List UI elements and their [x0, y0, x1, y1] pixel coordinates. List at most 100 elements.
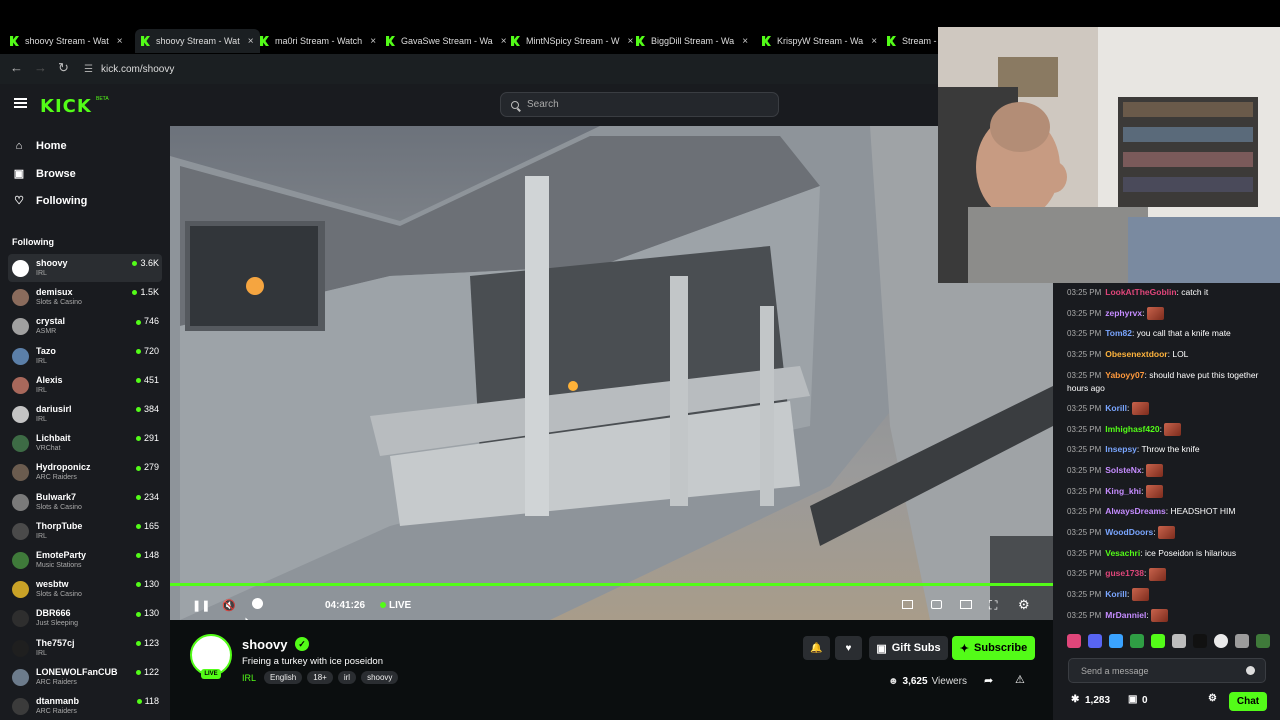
- emote-pepe-icon[interactable]: [1256, 634, 1270, 648]
- close-tab-icon[interactable]: ×: [370, 36, 376, 47]
- followed-channel[interactable]: ThorpTube IRL 165: [8, 517, 162, 545]
- stream-tag[interactable]: irl: [337, 671, 357, 684]
- chat-username[interactable]: zephyrvx: [1105, 308, 1142, 318]
- followed-channel[interactable]: demisux Slots & Casino 1.5K: [8, 283, 162, 311]
- followed-channel[interactable]: Bulwark7 Slots & Casino 234: [8, 488, 162, 516]
- live-indicator[interactable]: LIVE: [380, 600, 411, 611]
- notifications-bell-icon[interactable]: 🔔: [803, 636, 830, 660]
- kick-logo[interactable]: KICK: [40, 96, 92, 117]
- fullscreen-icon[interactable]: ⛶: [989, 598, 997, 613]
- report-warning-icon[interactable]: ⚠: [1015, 673, 1025, 686]
- emote-c-icon[interactable]: [1109, 634, 1123, 648]
- nav-following[interactable]: ♡ Following: [12, 194, 87, 208]
- chat-username[interactable]: Vesachri: [1105, 548, 1140, 558]
- chat-emote-icon[interactable]: [1146, 464, 1164, 478]
- nav-browse[interactable]: ▣ Browse: [12, 167, 76, 181]
- gift-subs-button[interactable]: ▣ Gift Subs: [869, 636, 948, 660]
- volume-slider-knob[interactable]: [252, 598, 263, 609]
- chat-username[interactable]: King_khi: [1105, 486, 1141, 496]
- stream-tag[interactable]: English: [264, 671, 303, 684]
- browser-tab[interactable]: KrispyW Stream - Wa ×: [762, 31, 877, 51]
- browser-tab[interactable]: MintNSpicy Stream - W ×: [511, 31, 633, 51]
- followed-channel[interactable]: The757cj IRL 123: [8, 634, 162, 662]
- chat-settings-icon[interactable]: ⚙: [1208, 693, 1217, 704]
- search-input[interactable]: Search: [500, 92, 779, 117]
- followed-channel[interactable]: dariusirl IRL 384: [8, 400, 162, 428]
- chat-username[interactable]: Korill: [1105, 589, 1127, 599]
- category-link[interactable]: IRL: [242, 673, 256, 683]
- followed-channel[interactable]: DBR666 Just Sleeping 130: [8, 604, 162, 632]
- chat-username[interactable]: Yaboyy07: [1105, 370, 1144, 380]
- emote-orb-icon[interactable]: [1214, 634, 1228, 648]
- forward-icon[interactable]: →: [34, 60, 47, 75]
- browser-tab[interactable]: Stream -: [887, 31, 937, 51]
- emote-pin-icon[interactable]: [1067, 634, 1081, 648]
- chat-username[interactable]: Tom82: [1105, 328, 1132, 338]
- channel-points[interactable]: 1,283: [1085, 695, 1110, 706]
- clip-icon[interactable]: [931, 600, 942, 609]
- chat-username[interactable]: AlwaysDreams: [1105, 506, 1165, 516]
- back-icon[interactable]: ←: [10, 60, 23, 75]
- followed-channel[interactable]: crystal ASMR 746: [8, 312, 162, 340]
- theater-mode-icon[interactable]: [960, 600, 972, 609]
- followed-channel[interactable]: EmoteParty Music Stations 148: [8, 546, 162, 574]
- chat-send-button[interactable]: Chat: [1229, 692, 1267, 711]
- followed-channel[interactable]: wesbtw Slots & Casino 130: [8, 575, 162, 603]
- browser-tab[interactable]: shoovy Stream - Wat ×: [10, 31, 123, 51]
- close-tab-icon[interactable]: ×: [742, 36, 748, 47]
- video-player[interactable]: [170, 126, 1053, 620]
- followed-channel[interactable]: Lichbait VRChat 291: [8, 429, 162, 457]
- emote-frog-icon[interactable]: [1130, 634, 1144, 648]
- playback-progress-bar[interactable]: [170, 583, 1053, 586]
- emote-square-icon[interactable]: [1193, 634, 1207, 648]
- chat-username[interactable]: guse1738: [1105, 568, 1144, 578]
- close-tab-icon[interactable]: ×: [501, 36, 507, 47]
- followed-channel[interactable]: Hydroponicz ARC Raiders 279: [8, 458, 162, 486]
- nav-home[interactable]: ⌂ Home: [12, 140, 67, 152]
- browser-tab[interactable]: BiggDill Stream - Wa ×: [636, 31, 748, 51]
- emote-hand-icon[interactable]: [1235, 634, 1249, 648]
- close-tab-icon[interactable]: ×: [117, 36, 123, 47]
- followed-channel[interactable]: Tazo IRL 720: [8, 342, 162, 370]
- emote-face-icon[interactable]: [1172, 634, 1186, 648]
- close-tab-icon[interactable]: ×: [628, 36, 634, 47]
- mute-icon[interactable]: 🔇: [222, 599, 236, 612]
- reload-icon[interactable]: ↻: [58, 60, 69, 76]
- chat-emote-icon[interactable]: [1148, 567, 1166, 581]
- emoji-picker-icon[interactable]: [1246, 666, 1255, 675]
- points-icon[interactable]: ✱: [1071, 694, 1079, 705]
- share-icon[interactable]: ➦: [984, 674, 993, 687]
- browser-tab[interactable]: ma0ri Stream - Watch ×: [260, 31, 376, 51]
- chat-emote-icon[interactable]: [1164, 422, 1182, 436]
- emote-x-icon[interactable]: [1088, 634, 1102, 648]
- chat-message-input[interactable]: Send a message: [1068, 658, 1266, 683]
- chat-emote-icon[interactable]: [1131, 402, 1149, 416]
- followed-channel[interactable]: LONEWOLFanCUB ARC Raiders 122: [8, 663, 162, 691]
- chat-emote-icon[interactable]: [1151, 609, 1169, 623]
- chat-username[interactable]: Obesenextdoor: [1105, 349, 1167, 359]
- url-field[interactable]: ☰ kick.com/shoovy: [84, 59, 944, 79]
- chat-username[interactable]: Imhighasf420: [1105, 424, 1159, 434]
- pause-icon[interactable]: ❚❚: [192, 599, 210, 612]
- close-tab-icon[interactable]: ×: [871, 36, 877, 47]
- chat-username[interactable]: WoodDoors: [1105, 527, 1153, 537]
- chat-emote-icon[interactable]: [1131, 588, 1149, 602]
- stream-tag[interactable]: shoovy: [361, 671, 399, 684]
- chat-username[interactable]: MrDanniel: [1105, 610, 1146, 620]
- gift-icon[interactable]: ▣: [1128, 694, 1137, 705]
- site-info-icon[interactable]: ☰: [84, 64, 93, 75]
- chat-emote-icon[interactable]: [1146, 306, 1164, 320]
- streamer-name[interactable]: shoovy: [242, 637, 288, 652]
- follow-heart-icon[interactable]: ♥: [835, 636, 862, 660]
- chat-username[interactable]: SolsteNx: [1105, 465, 1141, 475]
- chat-username[interactable]: LookAtTheGoblin: [1105, 287, 1176, 297]
- followed-channel[interactable]: shoovy IRL 3.6K: [8, 254, 162, 282]
- chat-emote-icon[interactable]: [1158, 526, 1175, 540]
- browser-tab[interactable]: GavaSwe Stream - Wa ×: [386, 31, 507, 51]
- followed-channel[interactable]: Alexis IRL 451: [8, 371, 162, 399]
- stream-tag[interactable]: 18+: [307, 671, 333, 684]
- subscribe-button[interactable]: ✦ Subscribe: [952, 636, 1035, 660]
- close-tab-icon[interactable]: ×: [248, 36, 254, 47]
- emote-check-icon[interactable]: [1151, 634, 1165, 648]
- chat-username[interactable]: Korill: [1105, 403, 1127, 413]
